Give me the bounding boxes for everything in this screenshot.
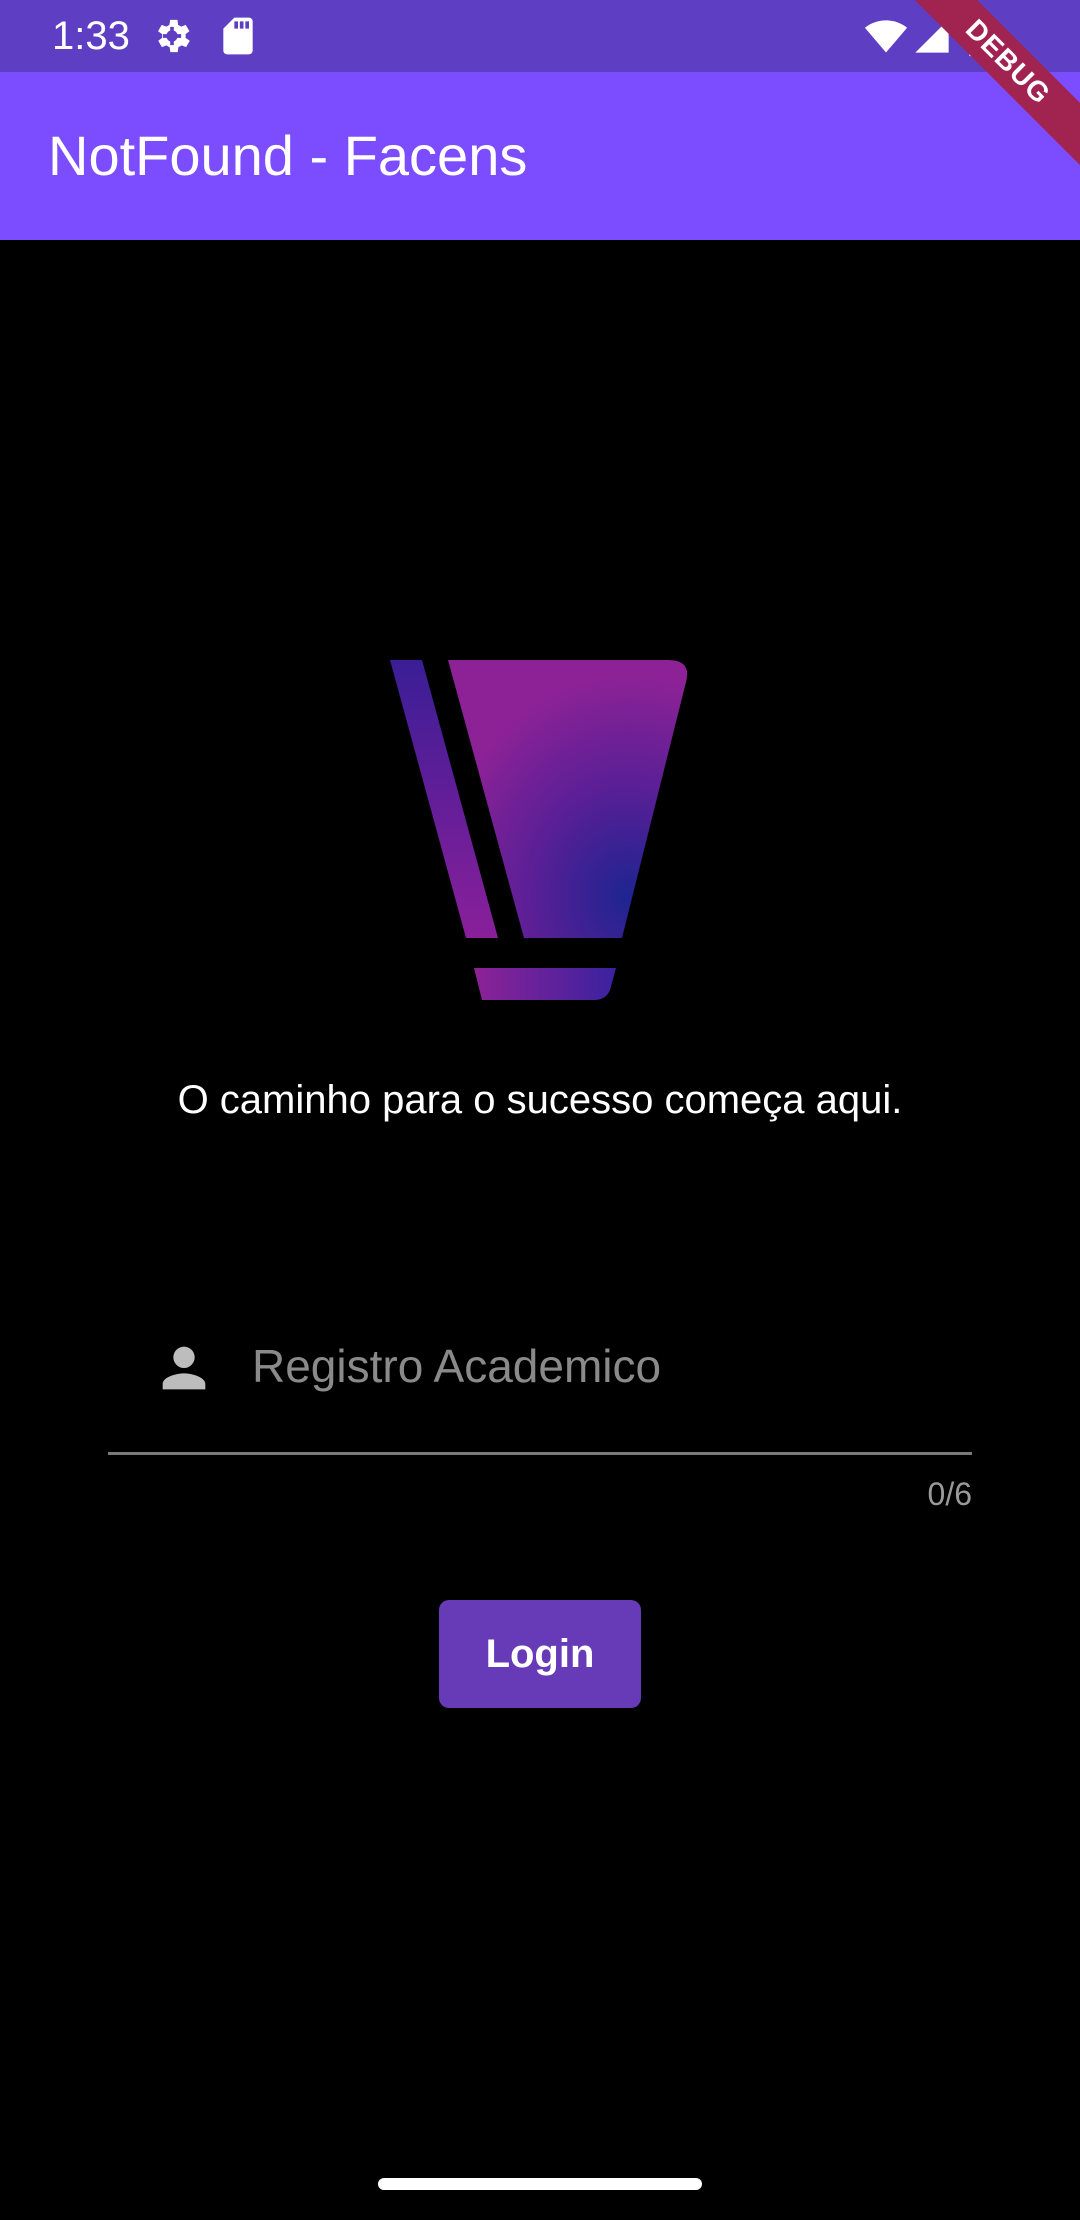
sd-card-icon [216, 14, 260, 58]
app-title: NotFound - Facens [48, 124, 528, 187]
cell-signal-icon [912, 14, 952, 58]
person-icon [152, 1336, 216, 1400]
character-counter: 0/6 [927, 1476, 972, 1512]
login-screen: 1:33 NotFound - Facens DEBUG O caminho p… [0, 0, 1080, 2220]
status-bar: 1:33 [0, 0, 1080, 72]
battery-icon [966, 14, 996, 58]
app-bar: NotFound - Facens [0, 72, 1080, 240]
login-button[interactable]: Login [439, 1600, 641, 1708]
tagline: O caminho para o sucesso começa aqui. [177, 1078, 903, 1122]
input-underline [108, 1452, 972, 1455]
ra-input-field[interactable] [108, 1300, 972, 1456]
facens-logo-icon [388, 660, 692, 1000]
settings-gear-icon [150, 14, 194, 58]
status-time: 1:33 [52, 14, 130, 58]
wifi-icon [862, 14, 910, 58]
home-indicator[interactable] [378, 2178, 702, 2190]
ra-input[interactable] [252, 1324, 952, 1408]
